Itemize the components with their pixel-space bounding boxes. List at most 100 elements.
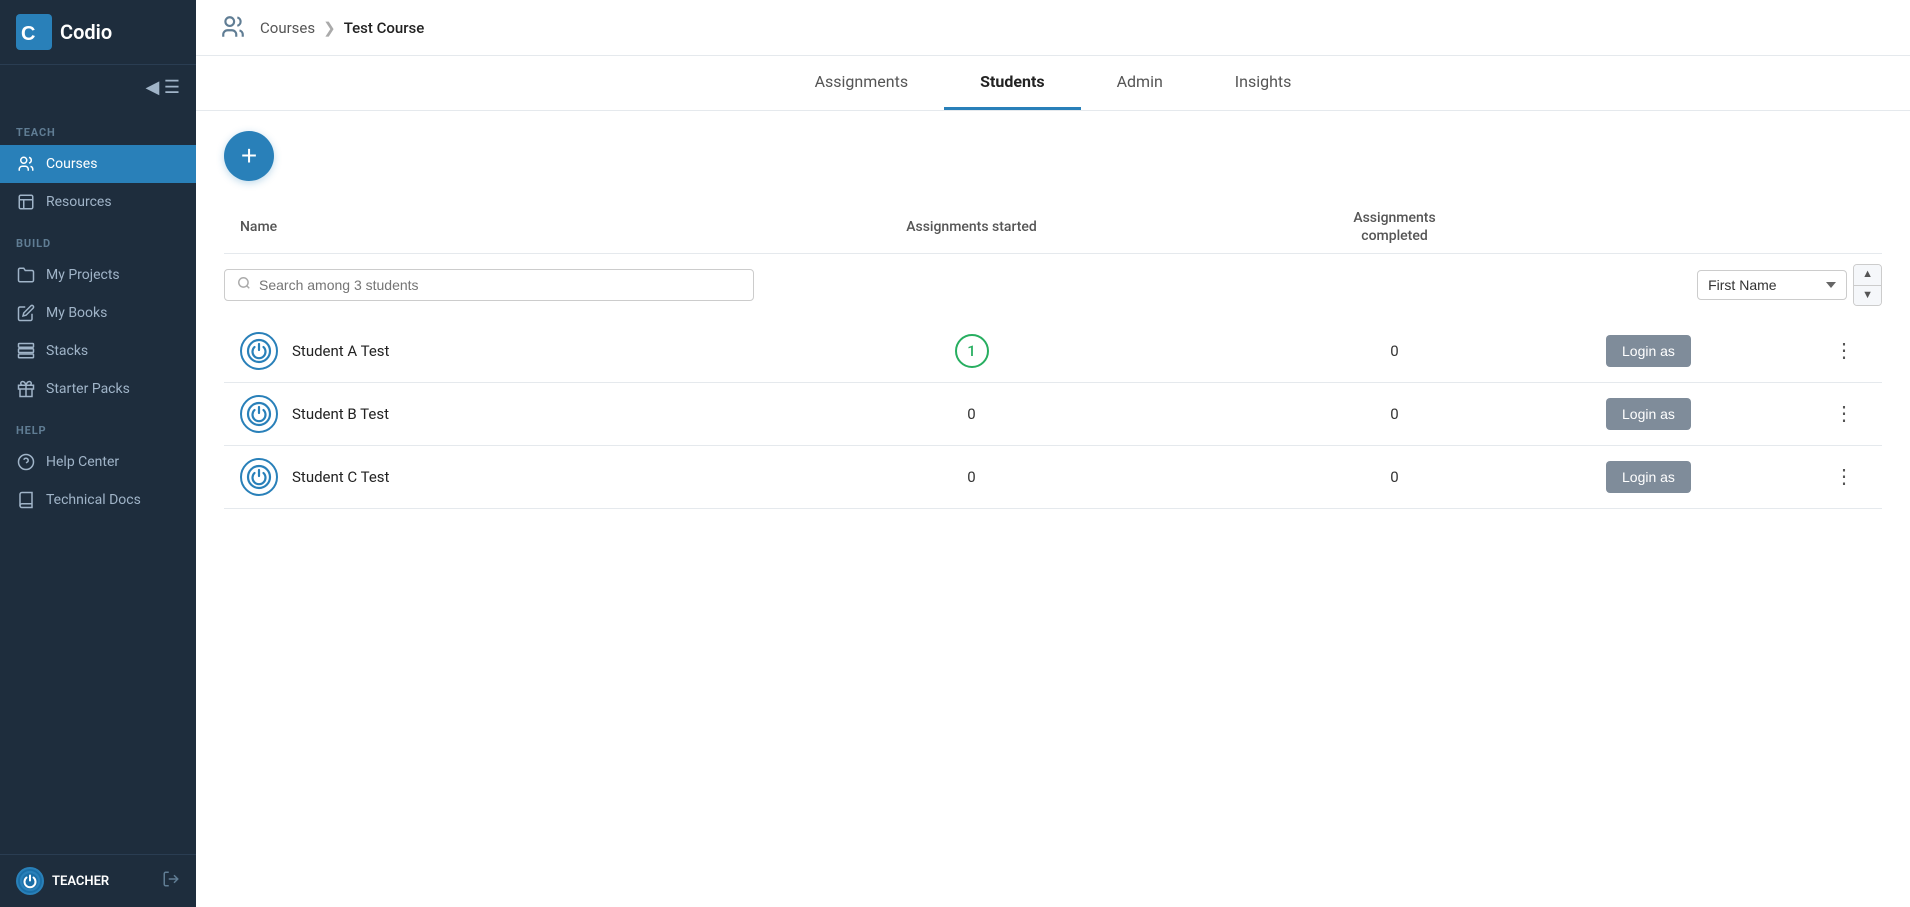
more-options-cell: ⋮ (1826, 334, 1866, 367)
sidebar-item-starter-packs[interactable]: Starter Packs (0, 370, 196, 408)
sidebar-item-my-books[interactable]: My Books (0, 294, 196, 332)
logo-text: Codio (60, 20, 112, 44)
my-books-icon (16, 303, 36, 323)
col-header-name: Name (240, 219, 760, 235)
resources-icon (16, 192, 36, 212)
sidebar-bottom: TEACHER (0, 854, 196, 907)
avatar (16, 867, 44, 895)
table-row: Student C Test 0 0 Login as ⋮ (224, 446, 1882, 509)
search-sort-row: First Name Last Name Email ▲ ▼ (224, 254, 1882, 315)
assignments-completed: 0 (1183, 342, 1606, 360)
sort-ascending-button[interactable]: ▲ (1854, 265, 1881, 285)
sidebar-section-help: HELP (0, 408, 196, 443)
search-icon (237, 276, 251, 294)
power-ring-icon (245, 463, 273, 491)
sidebar-item-courses[interactable]: Courses (0, 145, 196, 183)
breadcrumb: Courses ❯ Test Course (260, 19, 424, 37)
sidebar-toggle[interactable]: ◀ ☰ (0, 65, 196, 110)
sidebar-item-help-center[interactable]: Help Center (0, 443, 196, 481)
svg-text:C: C (21, 23, 35, 45)
tab-insights[interactable]: Insights (1199, 56, 1328, 110)
more-options-button[interactable]: ⋮ (1826, 397, 1862, 430)
main-content: Courses ❯ Test Course Assignments Studen… (196, 0, 1910, 907)
codio-logo-icon: C (16, 14, 52, 50)
sidebar-item-resources[interactable]: Resources (0, 183, 196, 221)
user-name: TEACHER (52, 874, 162, 889)
sidebar-item-courses-label: Courses (46, 156, 97, 172)
power-ring-icon (245, 337, 273, 365)
sidebar-item-technical-docs-label: Technical Docs (46, 492, 141, 508)
sort-controls: First Name Last Name Email ▲ ▼ (1697, 264, 1882, 305)
col-header-assignments-started: Assignments started (760, 219, 1183, 235)
sidebar-section-build: BUILD (0, 221, 196, 256)
login-as-cell: Login as (1606, 335, 1826, 367)
logout-icon[interactable] (162, 870, 180, 892)
login-as-cell: Login as (1606, 461, 1826, 493)
student-name-cell: Student B Test (240, 395, 760, 433)
col-header-assignments-completed: Assignmentscompleted (1183, 209, 1606, 245)
sidebar-item-help-center-label: Help Center (46, 454, 119, 470)
add-student-button[interactable]: + (224, 131, 274, 181)
login-as-button[interactable]: Login as (1606, 335, 1691, 367)
my-projects-icon (16, 265, 36, 285)
more-options-button[interactable]: ⋮ (1826, 334, 1862, 367)
login-as-button[interactable]: Login as (1606, 398, 1691, 430)
assignments-started: 0 (760, 405, 1183, 423)
table-header: Name Assignments started Assignmentscomp… (224, 201, 1882, 254)
avatar (240, 332, 278, 370)
search-box[interactable] (224, 269, 754, 301)
avatar (240, 395, 278, 433)
sidebar-item-resources-label: Resources (46, 194, 112, 210)
table-row: Student A Test 1 0 Login as ⋮ (224, 320, 1882, 383)
login-as-cell: Login as (1606, 398, 1826, 430)
sidebar-item-stacks[interactable]: Stacks (0, 332, 196, 370)
sidebar: C Codio ◀ ☰ TEACH Courses Resources BUIL… (0, 0, 196, 907)
sidebar-item-technical-docs[interactable]: Technical Docs (0, 481, 196, 519)
breadcrumb-current: Test Course (344, 19, 425, 37)
student-name: Student B Test (292, 405, 389, 423)
search-input[interactable] (259, 277, 741, 293)
more-options-button[interactable]: ⋮ (1826, 460, 1862, 493)
tab-students[interactable]: Students (944, 56, 1080, 110)
assignments-started: 0 (760, 468, 1183, 486)
courses-icon (16, 154, 36, 174)
student-name-cell: Student A Test (240, 332, 760, 370)
logo-area: C Codio (0, 0, 196, 65)
tab-assignments[interactable]: Assignments (779, 56, 945, 110)
assignments-completed: 0 (1183, 468, 1606, 486)
sort-direction-buttons: ▲ ▼ (1853, 264, 1882, 305)
sidebar-item-my-books-label: My Books (46, 305, 107, 321)
tab-admin[interactable]: Admin (1081, 56, 1199, 110)
sidebar-section-teach: TEACH (0, 110, 196, 145)
student-name: Student C Test (292, 468, 389, 486)
content-area: + Name Assignments started Assignmentsco… (196, 111, 1910, 907)
assignments-started: 1 (760, 334, 1183, 368)
starter-packs-icon (16, 379, 36, 399)
sidebar-item-starter-packs-label: Starter Packs (46, 381, 130, 397)
breadcrumb-arrow: ❯ (323, 19, 336, 37)
user-power-icon (19, 870, 41, 892)
student-name: Student A Test (292, 342, 389, 360)
course-group-icon (220, 14, 248, 42)
hamburger-icon: ◀ ☰ (146, 77, 180, 98)
badge-circle: 1 (955, 334, 989, 368)
sidebar-item-stacks-label: Stacks (46, 343, 88, 359)
tab-bar: Assignments Students Admin Insights (196, 56, 1910, 111)
sort-descending-button[interactable]: ▼ (1854, 286, 1881, 305)
help-center-icon (16, 452, 36, 472)
sort-select[interactable]: First Name Last Name Email (1697, 270, 1847, 300)
assignments-completed: 0 (1183, 405, 1606, 423)
more-options-cell: ⋮ (1826, 397, 1866, 430)
sidebar-item-my-projects[interactable]: My Projects (0, 256, 196, 294)
table-row: Student B Test 0 0 Login as ⋮ (224, 383, 1882, 446)
breadcrumb-parent[interactable]: Courses (260, 19, 315, 37)
stacks-icon (16, 341, 36, 361)
topbar: Courses ❯ Test Course (196, 0, 1910, 56)
avatar (240, 458, 278, 496)
student-name-cell: Student C Test (240, 458, 760, 496)
technical-docs-icon (16, 490, 36, 510)
more-options-cell: ⋮ (1826, 460, 1866, 493)
power-ring-icon (245, 400, 273, 428)
login-as-button[interactable]: Login as (1606, 461, 1691, 493)
sidebar-item-my-projects-label: My Projects (46, 267, 120, 283)
